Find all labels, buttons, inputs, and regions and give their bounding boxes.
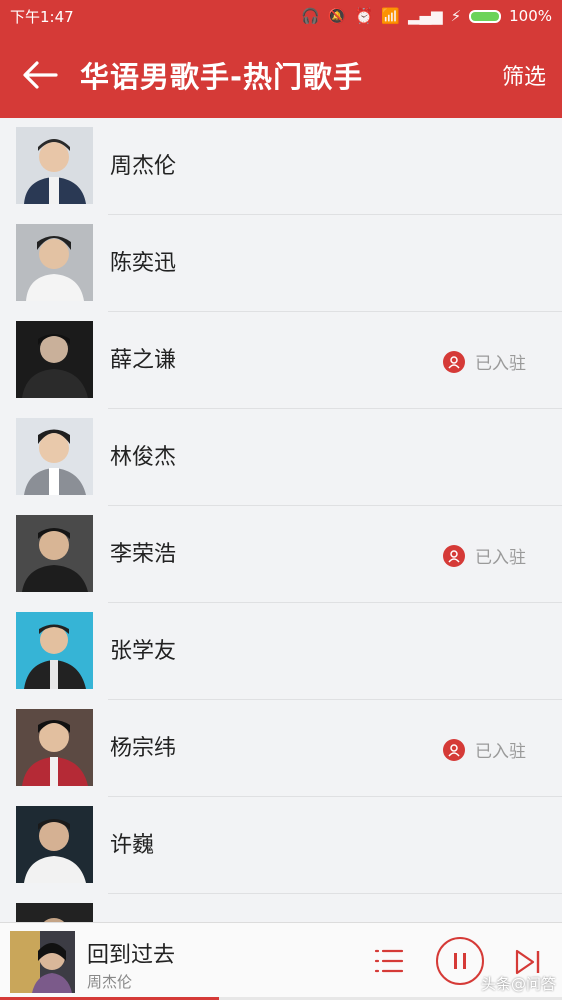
artist-name: 杨宗纬 [110, 736, 177, 761]
alarm-icon: ⏰ [354, 6, 374, 25]
signal-icon: ▂▄▆ [407, 6, 443, 25]
mini-player[interactable]: 回到过去 周杰伦 头条@问答 [0, 922, 562, 1000]
back-button[interactable] [0, 32, 80, 118]
status-time: 下午1:47 [10, 7, 74, 26]
list-item[interactable]: 张学友 [0, 603, 562, 700]
user-icon [443, 544, 465, 567]
charging-icon: ⚡ [450, 6, 462, 25]
user-icon [443, 350, 465, 373]
page-title: 华语男歌手-热门歌手 [80, 60, 364, 94]
badge-label: 已入驻 [475, 548, 526, 568]
status-bar: 下午1:47 🎧 🔕 ⏰ 📶 ▂▄▆ ⚡ 100% [0, 0, 562, 32]
song-artist: 周杰伦 [87, 973, 133, 991]
badge-label: 已入驻 [475, 742, 526, 762]
list-item[interactable]: 薛之谦 已入驻 [0, 312, 562, 409]
artist-name: 薛之谦 [110, 348, 177, 373]
user-icon [443, 738, 465, 761]
avatar [16, 321, 93, 398]
playlist-icon [374, 949, 404, 973]
avatar [16, 806, 93, 883]
avatar [16, 418, 93, 495]
headphones-icon: 🎧 [301, 6, 320, 25]
pause-icon [454, 953, 466, 969]
list-item[interactable]: 李荣浩 已入驻 [0, 506, 562, 603]
artist-name: 周杰伦 [110, 154, 177, 179]
artist-name: 李荣浩 [110, 542, 177, 567]
list-item[interactable]: 周杰伦 [0, 118, 562, 215]
artist-list: 周杰伦 陈奕迅 薛之谦 已入驻 林俊杰 李荣浩 已入驻 张学友 杨宗纬 已入驻 … [0, 118, 562, 991]
artist-name: 许巍 [110, 833, 155, 858]
watermark: 头条@问答 [480, 975, 556, 993]
avatar [16, 515, 93, 592]
avatar [16, 127, 93, 204]
battery-icon [469, 9, 502, 23]
artist-name: 林俊杰 [110, 445, 177, 470]
avatar [16, 612, 93, 689]
playlist-button[interactable] [374, 947, 404, 975]
app-header: 下午1:47 🎧 🔕 ⏰ 📶 ▂▄▆ ⚡ 100% 华语男歌手-热门歌手 筛选 [0, 0, 562, 118]
verified-badge: 已入驻 [443, 543, 526, 568]
battery-percent: 100% [509, 7, 552, 25]
song-title: 回到过去 [87, 943, 176, 968]
avatar [16, 224, 93, 301]
verified-badge: 已入驻 [443, 349, 526, 374]
mute-bell-icon: 🔕 [327, 6, 347, 25]
pause-button[interactable] [436, 937, 484, 985]
wifi-icon: 📶 [381, 6, 400, 25]
toolbar: 华语男歌手-热门歌手 筛选 [0, 32, 562, 118]
album-cover [10, 931, 75, 993]
artist-name: 张学友 [110, 639, 177, 664]
artist-name: 陈奕迅 [110, 251, 177, 276]
list-item[interactable]: 杨宗纬 已入驻 [0, 700, 562, 797]
back-arrow-icon [23, 61, 58, 89]
list-item[interactable]: 陈奕迅 [0, 215, 562, 312]
status-icons: 🎧 🔕 ⏰ 📶 ▂▄▆ ⚡ 100% [301, 7, 552, 25]
filter-button[interactable]: 筛选 [502, 59, 562, 91]
verified-badge: 已入驻 [443, 737, 526, 762]
list-item[interactable]: 许巍 [0, 797, 562, 894]
badge-label: 已入驻 [475, 354, 526, 374]
avatar [16, 709, 93, 786]
list-item[interactable]: 林俊杰 [0, 409, 562, 506]
